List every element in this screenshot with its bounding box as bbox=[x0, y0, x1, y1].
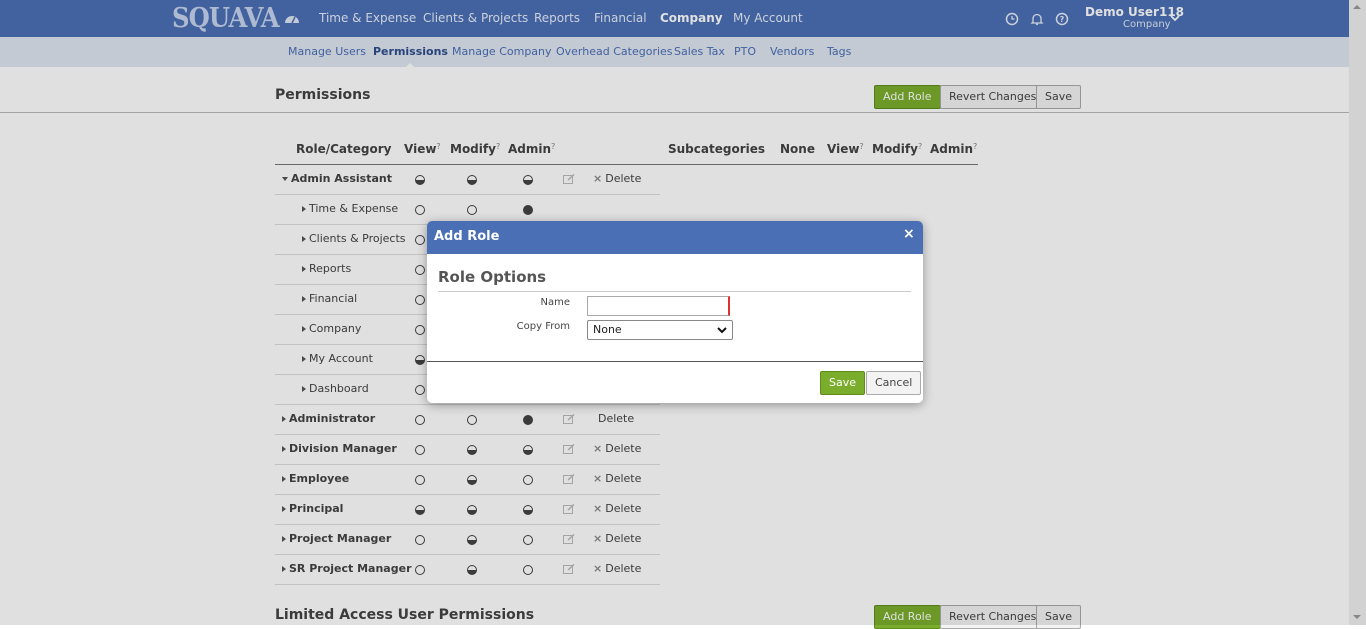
footer-divider bbox=[427, 361, 923, 362]
name-input[interactable] bbox=[587, 296, 730, 316]
add-role-dialog: Add Role × Role Options Name Copy From N… bbox=[427, 221, 923, 403]
copy-from-value: None bbox=[593, 323, 622, 336]
dialog-cancel-button[interactable]: Cancel bbox=[866, 371, 922, 395]
dialog-title: Add Role bbox=[434, 229, 500, 244]
chevron-down-icon bbox=[717, 327, 727, 334]
copy-from-select[interactable]: None bbox=[587, 320, 733, 340]
close-icon[interactable]: × bbox=[903, 226, 915, 242]
dialog-save-button[interactable]: Save bbox=[820, 371, 866, 395]
dialog-header: Add Role × bbox=[427, 221, 923, 254]
copy-from-label: Copy From bbox=[516, 321, 570, 332]
section-divider bbox=[438, 291, 911, 292]
name-label: Name bbox=[540, 297, 570, 308]
section-title: Role Options bbox=[438, 268, 547, 286]
